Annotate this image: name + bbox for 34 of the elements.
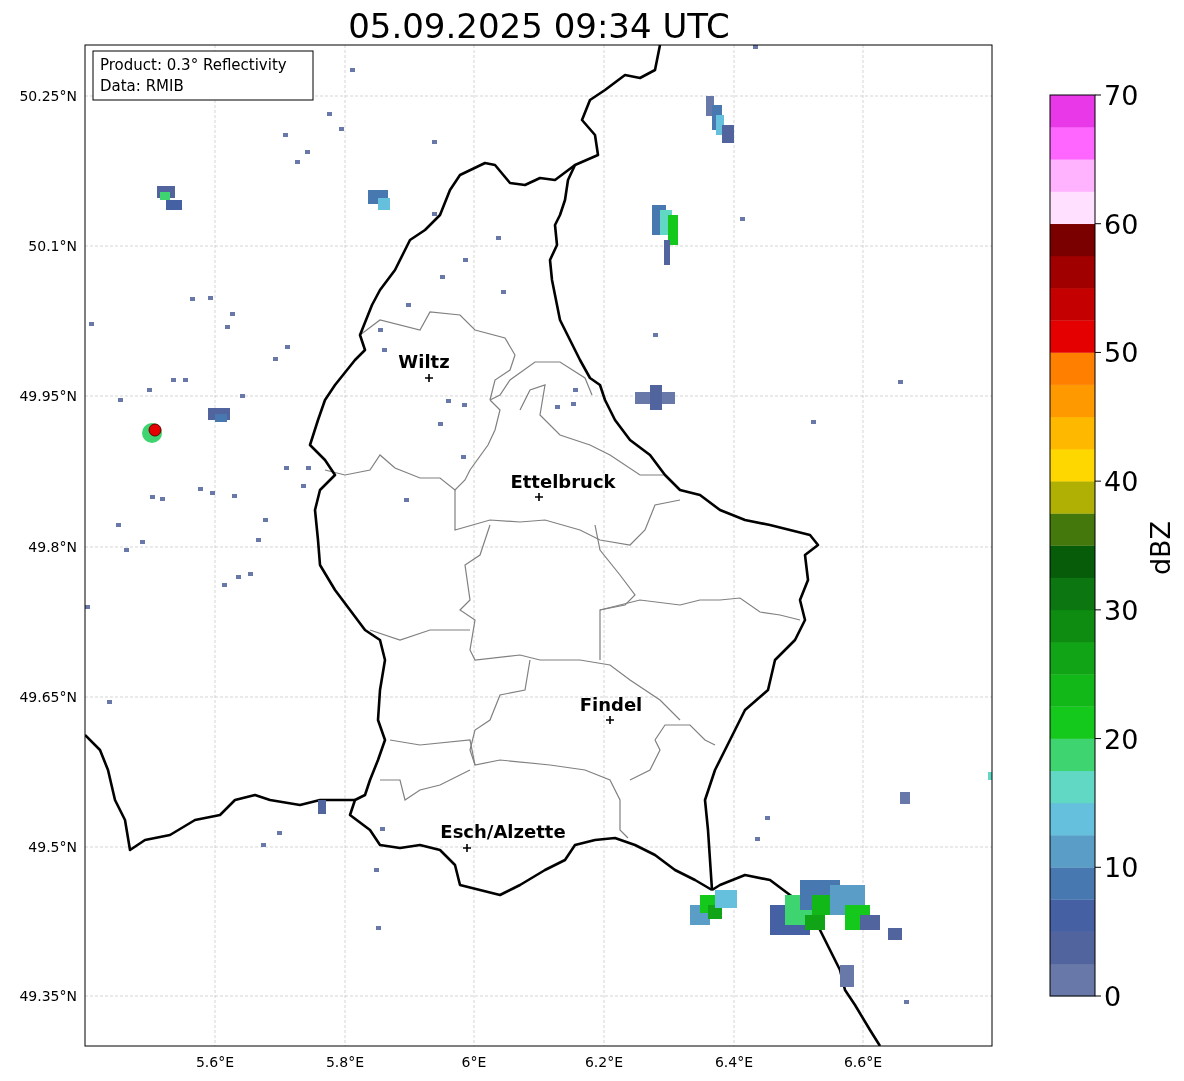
info-text: Data: RMIB [100, 77, 184, 95]
latitude-label: 49.8°N [28, 539, 77, 555]
city-marker-icon [605, 715, 615, 725]
city-marker-icon [534, 492, 544, 502]
longitude-label: 5.6°E [195, 1054, 235, 1070]
radar-site-icon [142, 423, 162, 443]
city-marker-icon [424, 373, 434, 383]
city-label: Wiltz [398, 351, 450, 372]
colorbar-title: dBZ [1145, 520, 1176, 576]
colorbar-tick-label: 40 [1104, 466, 1139, 498]
colorbar-tick-label: 50 [1104, 337, 1139, 369]
latitude-label: 50.1°N [28, 238, 77, 254]
longitude-label: 6.6°E [843, 1054, 883, 1070]
latitude-label: 49.35°N [19, 988, 77, 1004]
colorbar-tick-label: 30 [1104, 594, 1139, 626]
longitude-label: 6.2°E [584, 1054, 624, 1070]
city-label: Findel [579, 694, 643, 715]
colorbar-tick-label: 70 [1104, 80, 1139, 111]
longitude-label: 6°E [461, 1054, 487, 1070]
longitude-label: 5.8°E [325, 1054, 365, 1070]
colorbar-tick-label: 0 [1104, 981, 1122, 1012]
colorbar-tick-label: 20 [1104, 723, 1139, 755]
colorbar-tick-label: 60 [1104, 208, 1139, 240]
colorbar-tick-label: 10 [1104, 852, 1139, 884]
city-marker-icon [462, 843, 472, 853]
city-label: Esch/Alzette [440, 821, 566, 842]
latitude-label: 49.65°N [19, 689, 77, 705]
longitude-label: 6.4°E [714, 1054, 754, 1070]
latitude-label: 49.5°N [28, 839, 77, 855]
latitude-label: 49.95°N [19, 388, 77, 404]
info-text: Product: 0.3° Reflectivity [100, 56, 287, 74]
city-label: Ettelbruck [510, 471, 616, 492]
chart-title: 05.09.2025 09:34 UTC [348, 6, 730, 46]
latitude-label: 50.25°N [19, 88, 77, 104]
